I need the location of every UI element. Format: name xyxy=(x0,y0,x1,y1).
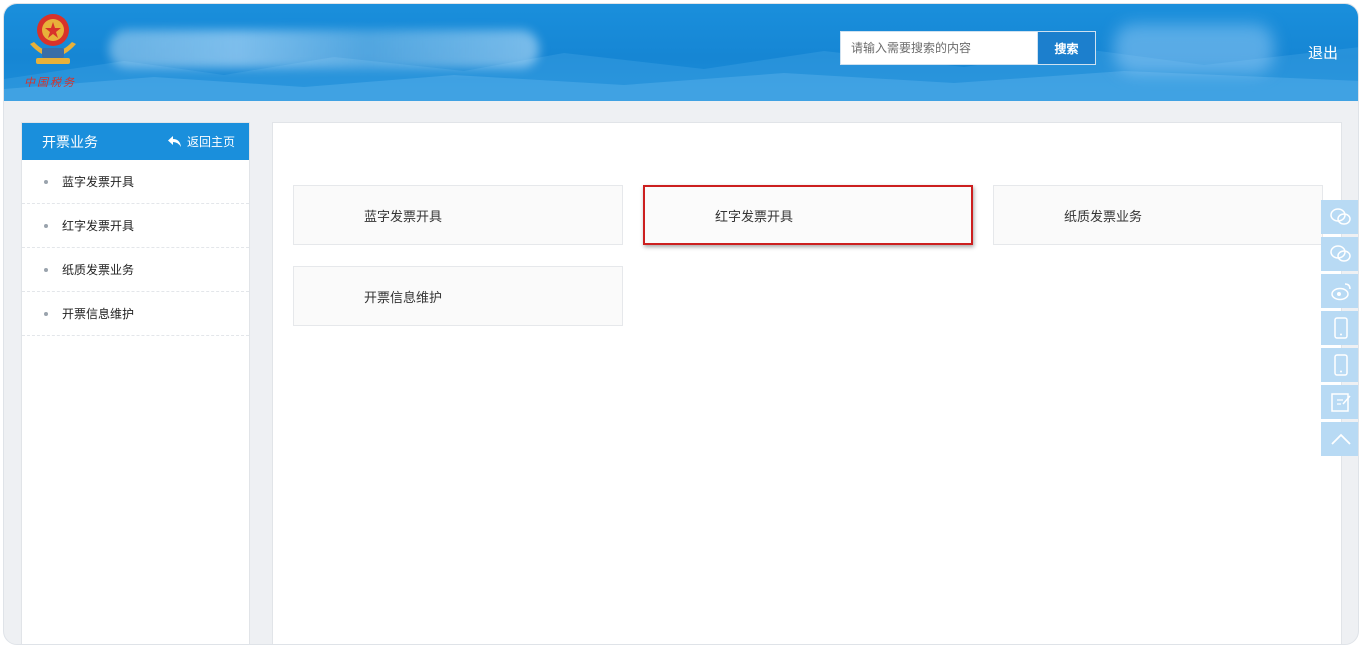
feedback-button[interactable] xyxy=(1321,385,1358,419)
sidebar-header: 开票业务 返回主页 xyxy=(22,123,249,160)
mobile-button-2[interactable] xyxy=(1321,348,1358,382)
sidebar: 开票业务 返回主页 蓝字发票开具 红字发票开具 纸质发票业务 开票信息维护 xyxy=(21,122,250,644)
floating-toolbar xyxy=(1321,200,1358,459)
app-window: 中国税务 搜索 退出 开票业务 返回主页 蓝字发票开具 红字发票开具 xyxy=(3,3,1359,645)
search-button[interactable]: 搜索 xyxy=(1037,32,1095,64)
card-red-invoice[interactable]: 红字发票开具 xyxy=(643,185,973,245)
wechat-button[interactable] xyxy=(1321,200,1358,234)
main-content: 蓝字发票开具 红字发票开具 纸质发票业务 开票信息维护 xyxy=(272,122,1342,644)
wechat-button-2[interactable] xyxy=(1321,237,1358,271)
bullet-icon xyxy=(44,267,48,272)
sidebar-item-label: 纸质发票业务 xyxy=(62,263,135,277)
back-to-top-icon xyxy=(1330,433,1351,445)
card-paper-invoice[interactable]: 纸质发票业务 xyxy=(993,185,1323,245)
emblem-caption: 中国税务 xyxy=(24,76,76,89)
card-label: 红字发票开具 xyxy=(715,209,794,225)
mobile-button[interactable] xyxy=(1321,311,1358,345)
back-arrow-icon xyxy=(167,136,181,147)
card-label: 蓝字发票开具 xyxy=(364,209,443,225)
search-box: 搜索 xyxy=(840,31,1096,65)
wechat-icon xyxy=(1329,208,1351,225)
sidebar-item-label: 蓝字发票开具 xyxy=(62,175,135,189)
back-home-label: 返回主页 xyxy=(186,135,235,149)
weibo-button[interactable] xyxy=(1321,274,1358,308)
sidebar-item-label: 红字发票开具 xyxy=(62,219,135,233)
card-invoice-info[interactable]: 开票信息维护 xyxy=(293,266,623,326)
sidebar-item-blue-invoice[interactable]: 蓝字发票开具 xyxy=(22,160,249,204)
bullet-icon xyxy=(44,223,48,228)
logout-link[interactable]: 退出 xyxy=(1308,42,1338,63)
tax-emblem-icon xyxy=(30,14,76,64)
bullet-icon xyxy=(44,179,48,184)
back-home-link[interactable]: 返回主页 xyxy=(167,133,235,150)
edit-icon xyxy=(1330,393,1351,412)
user-info-redacted xyxy=(1114,24,1274,74)
sidebar-item-label: 开票信息维护 xyxy=(62,307,135,321)
search-input[interactable] xyxy=(841,32,1037,64)
sidebar-item-red-invoice[interactable]: 红字发票开具 xyxy=(22,204,249,248)
site-title-redacted xyxy=(109,30,539,68)
bullet-icon xyxy=(44,311,48,316)
mobile-icon xyxy=(1333,354,1348,376)
card-blue-invoice[interactable]: 蓝字发票开具 xyxy=(293,185,623,245)
card-label: 开票信息维护 xyxy=(364,290,443,306)
sidebar-item-paper-invoice[interactable]: 纸质发票业务 xyxy=(22,248,249,292)
sidebar-item-invoice-info[interactable]: 开票信息维护 xyxy=(22,292,249,336)
header-bar: 中国税务 搜索 退出 xyxy=(4,4,1358,101)
sidebar-title: 开票业务 xyxy=(42,134,98,151)
mobile-icon xyxy=(1333,317,1348,339)
wechat-icon xyxy=(1329,245,1351,262)
back-to-top-button[interactable] xyxy=(1321,422,1358,456)
weibo-icon xyxy=(1330,283,1351,301)
card-label: 纸质发票业务 xyxy=(1064,209,1143,225)
